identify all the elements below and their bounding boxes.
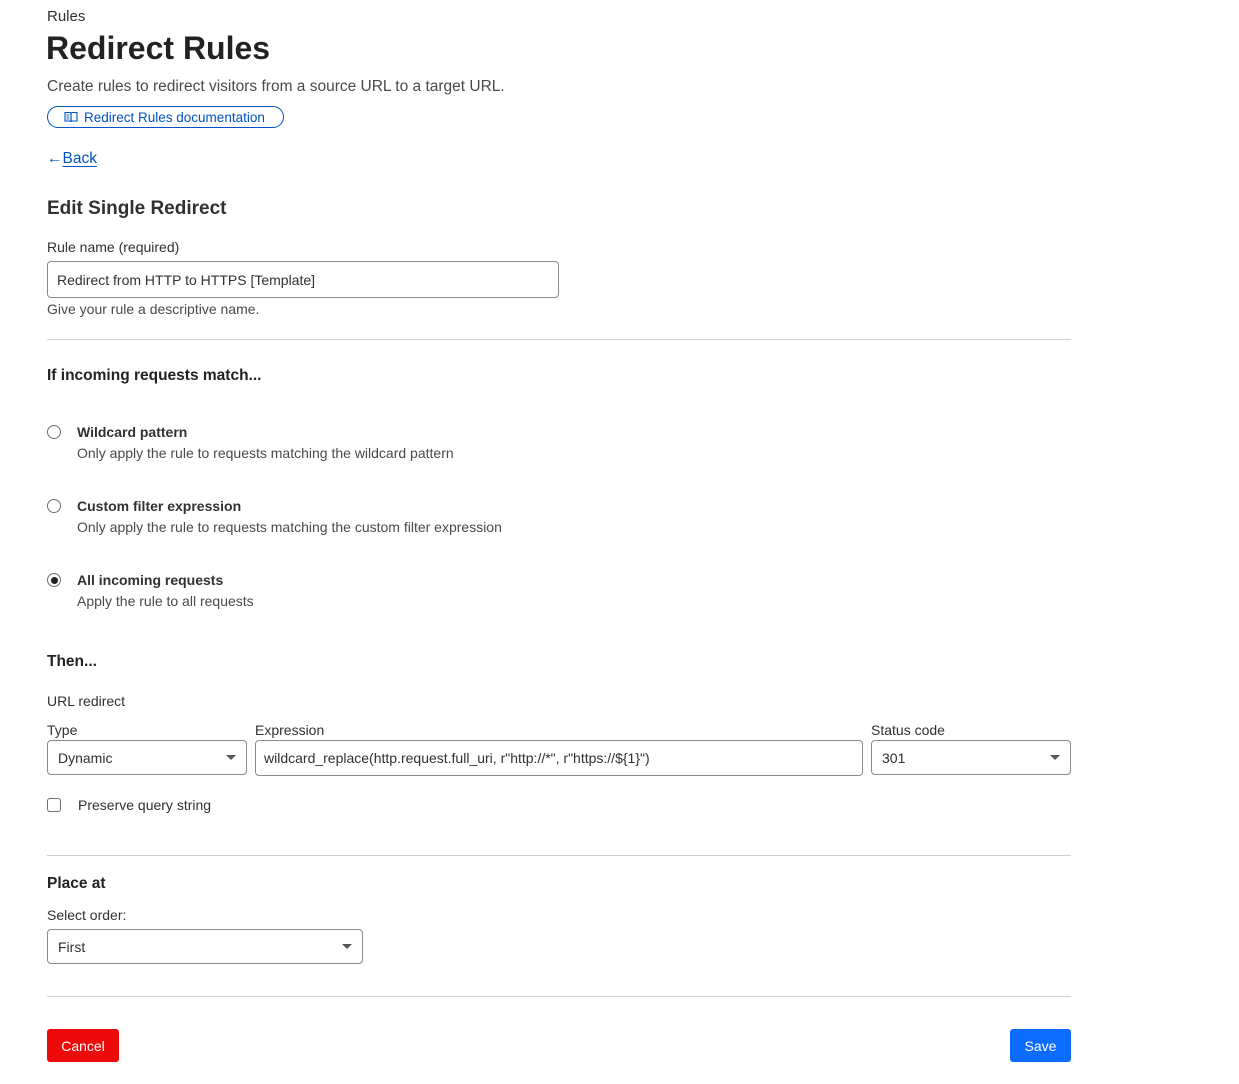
order-select-value: First bbox=[58, 938, 86, 955]
place-heading: Place at bbox=[47, 875, 106, 892]
order-select[interactable]: First bbox=[47, 929, 363, 964]
divider bbox=[47, 996, 1071, 997]
rule-name-hint: Give your rule a descriptive name. bbox=[47, 301, 260, 317]
status-code-value: 301 bbox=[882, 749, 906, 766]
status-code-select[interactable]: 301 bbox=[871, 740, 1071, 775]
cancel-button[interactable]: Cancel bbox=[47, 1029, 119, 1062]
status-code-label: Status code bbox=[871, 722, 945, 738]
radio-button[interactable] bbox=[47, 499, 61, 513]
preserve-query-row[interactable]: Preserve query string bbox=[47, 797, 211, 813]
order-label: Select order: bbox=[47, 907, 127, 923]
preserve-query-label: Preserve query string bbox=[78, 797, 212, 813]
documentation-link[interactable]: Redirect Rules documentation bbox=[47, 106, 284, 128]
type-select[interactable]: Dynamic bbox=[47, 740, 247, 775]
page-title: Redirect Rules bbox=[46, 30, 271, 66]
expression-input[interactable] bbox=[255, 740, 863, 776]
radio-description: Only apply the rule to requests matching… bbox=[77, 445, 454, 461]
save-button[interactable]: Save bbox=[1010, 1029, 1071, 1062]
radio-button[interactable] bbox=[47, 425, 61, 439]
type-select-value: Dynamic bbox=[58, 749, 113, 766]
radio-wildcard-pattern[interactable]: Wildcard pattern Only apply the rule to … bbox=[47, 423, 454, 462]
book-icon bbox=[64, 111, 78, 123]
breadcrumb[interactable]: Rules bbox=[47, 8, 85, 25]
then-heading: Then... bbox=[47, 653, 97, 670]
url-redirect-label: URL redirect bbox=[47, 693, 126, 709]
chevron-down-icon bbox=[342, 944, 352, 949]
radio-title: Custom filter expression bbox=[77, 498, 242, 514]
radio-description: Only apply the rule to requests matching… bbox=[77, 519, 502, 535]
radio-title: Wildcard pattern bbox=[77, 424, 188, 440]
chevron-down-icon bbox=[1050, 755, 1060, 760]
divider bbox=[47, 339, 1071, 340]
back-link[interactable]: ← Back bbox=[47, 150, 97, 168]
radio-all-requests[interactable]: All incoming requests Apply the rule to … bbox=[47, 571, 254, 610]
preserve-query-checkbox[interactable] bbox=[47, 798, 61, 812]
page-subtitle: Create rules to redirect visitors from a… bbox=[47, 78, 505, 95]
expression-label: Expression bbox=[255, 722, 325, 738]
rule-name-label: Rule name (required) bbox=[47, 239, 180, 255]
radio-custom-filter[interactable]: Custom filter expression Only apply the … bbox=[47, 497, 502, 536]
radio-button-selected[interactable] bbox=[47, 573, 61, 587]
chevron-down-icon bbox=[226, 755, 236, 760]
back-label: Back bbox=[62, 150, 97, 167]
divider bbox=[47, 855, 1071, 856]
radio-title: All incoming requests bbox=[77, 572, 224, 588]
type-label: Type bbox=[47, 722, 78, 738]
arrow-left-icon: ← bbox=[47, 150, 63, 167]
documentation-link-label: Redirect Rules documentation bbox=[84, 109, 265, 125]
section-title: Edit Single Redirect bbox=[47, 198, 227, 219]
rule-name-input[interactable] bbox=[47, 261, 559, 298]
match-heading: If incoming requests match... bbox=[47, 367, 262, 384]
radio-description: Apply the rule to all requests bbox=[77, 593, 254, 609]
